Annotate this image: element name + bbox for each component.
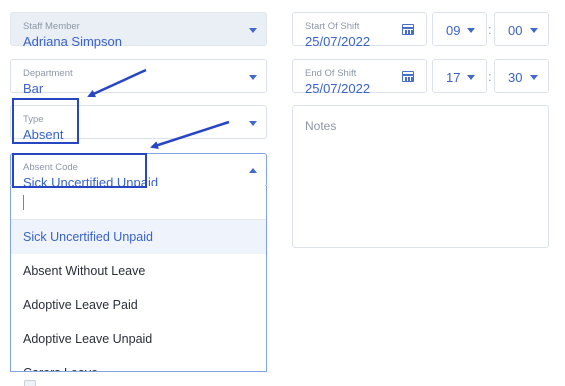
obscured-checkbox[interactable] — [24, 380, 36, 386]
end-hour-select[interactable]: 17 — [432, 59, 487, 93]
chevron-up-icon — [249, 168, 257, 173]
end-hour-value: 17 — [446, 70, 461, 85]
text-cursor — [23, 195, 24, 210]
chevron-down-icon — [530, 28, 538, 33]
start-of-shift-label: Start Of Shift — [305, 21, 360, 32]
start-minute-value: 00 — [508, 23, 523, 38]
chevron-down-icon — [249, 28, 257, 33]
time-separator: : — [488, 69, 492, 84]
annotation-highlight-absent-code — [12, 153, 147, 188]
notes-placeholder: Notes — [305, 119, 337, 133]
absent-code-search-input[interactable] — [11, 186, 266, 220]
chevron-down-icon — [467, 75, 475, 80]
dropdown-option[interactable]: Sick Uncertified Unpaid — [11, 220, 266, 254]
end-of-shift-date[interactable]: End Of Shift 25/07/2022 — [292, 59, 427, 96]
dropdown-option[interactable]: Absent Without Leave — [11, 254, 266, 288]
start-hour-select[interactable]: 09 — [432, 12, 487, 46]
staff-member-label: Staff Member — [23, 21, 80, 32]
start-hour-value: 09 — [446, 23, 461, 38]
staff-member-value: Adriana Simpson — [23, 34, 122, 49]
notes-textarea[interactable]: Notes — [292, 105, 549, 248]
dropdown-option[interactable]: Adoptive Leave Unpaid — [11, 322, 266, 356]
chevron-down-icon — [249, 121, 257, 126]
annotation-highlight-type — [12, 98, 79, 144]
end-minute-select[interactable]: 30 — [494, 59, 549, 93]
department-label: Department — [23, 68, 73, 79]
chevron-down-icon — [249, 75, 257, 80]
calendar-icon[interactable] — [402, 71, 414, 82]
dropdown-option[interactable]: Adoptive Leave Paid — [11, 288, 266, 322]
calendar-icon[interactable] — [402, 24, 414, 35]
absent-code-dropdown: Sick Uncertified Unpaid Absent Without L… — [10, 186, 267, 372]
dropdown-option[interactable]: Carers Leave — [11, 356, 266, 371]
department-value: Bar — [23, 81, 44, 96]
chevron-down-icon — [467, 28, 475, 33]
department-select[interactable]: Department Bar — [10, 59, 267, 96]
start-of-shift-date[interactable]: Start Of Shift 25/07/2022 — [292, 12, 427, 49]
staff-member-select[interactable]: Staff Member Adriana Simpson — [10, 12, 267, 49]
chevron-down-icon — [530, 75, 538, 80]
time-separator: : — [488, 22, 492, 37]
start-minute-select[interactable]: 00 — [494, 12, 549, 46]
end-minute-value: 30 — [508, 70, 523, 85]
end-of-shift-date-value: 25/07/2022 — [305, 81, 371, 96]
start-of-shift-date-value: 25/07/2022 — [305, 34, 371, 49]
end-of-shift-label: End Of Shift — [305, 68, 357, 79]
